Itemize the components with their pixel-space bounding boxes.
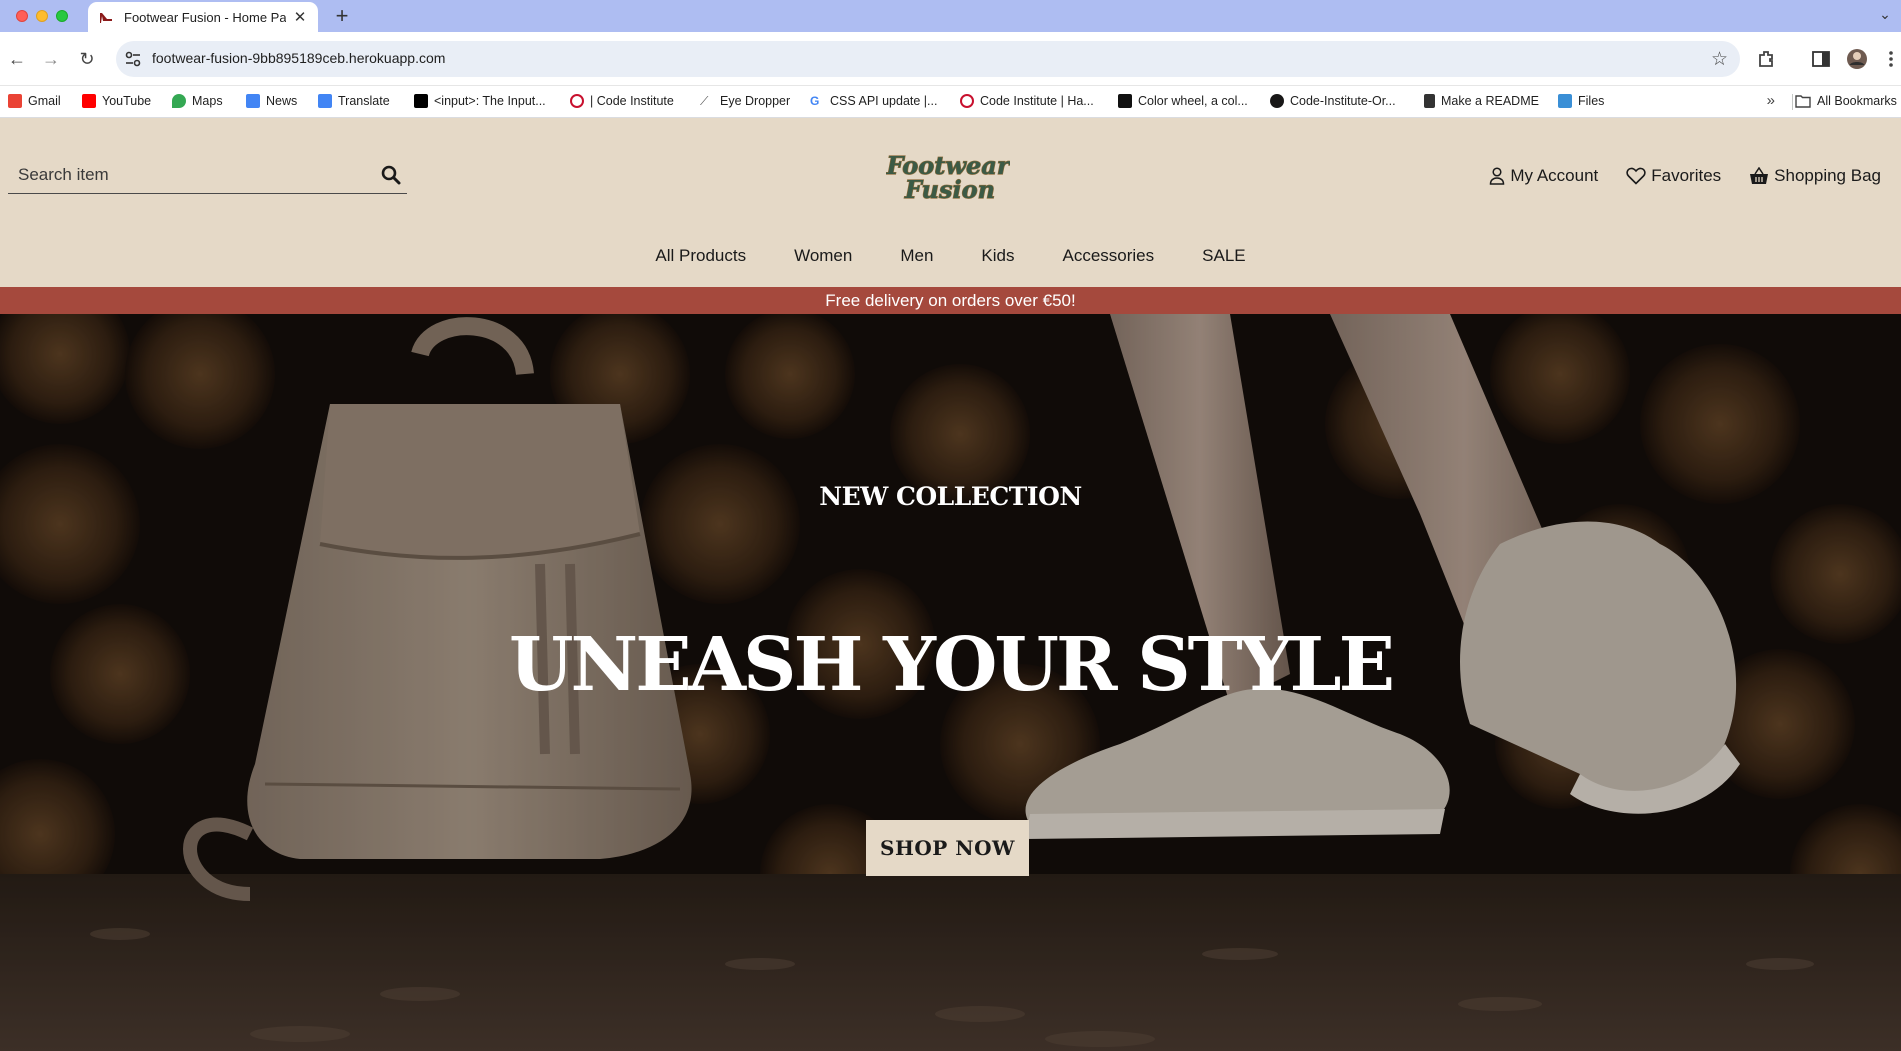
adobe-color-icon bbox=[1118, 94, 1132, 108]
nav-all-products[interactable]: All Products bbox=[631, 246, 770, 266]
my-account-link[interactable]: My Account bbox=[1489, 166, 1598, 186]
browser-menu-icon[interactable] bbox=[1880, 48, 1901, 70]
files-icon bbox=[1558, 94, 1572, 108]
window-close-button[interactable] bbox=[16, 10, 28, 22]
document-icon bbox=[1424, 94, 1435, 108]
bookmark-maps[interactable]: Maps bbox=[172, 94, 223, 108]
nav-men[interactable]: Men bbox=[876, 246, 957, 266]
bookmark-star-icon[interactable]: ☆ bbox=[1711, 48, 1728, 71]
hero-section: NEW COLLECTION UNEASH YOUR STYLE SHOP NO… bbox=[0, 314, 1901, 1051]
shopping-bag-link[interactable]: Shopping Bag bbox=[1749, 166, 1881, 186]
nav-sale[interactable]: SALE bbox=[1178, 246, 1269, 266]
bookmark-css-api-update[interactable]: G CSS API update |... bbox=[810, 94, 937, 108]
mdn-icon bbox=[414, 94, 428, 108]
bookmark-code-institute-ha[interactable]: Code Institute | Ha... bbox=[960, 94, 1094, 108]
translate-icon bbox=[318, 94, 332, 108]
code-institute-icon bbox=[570, 94, 584, 108]
eyedropper-icon: ⟋ bbox=[700, 94, 709, 108]
shopping-basket-icon bbox=[1750, 167, 1769, 184]
hero-title: UNEASH YOUR STYLE bbox=[509, 622, 1395, 708]
bookmark-eye-dropper[interactable]: ⟋ Eye Dropper bbox=[700, 94, 790, 108]
bookmarks-divider bbox=[1792, 94, 1793, 110]
user-icon bbox=[1490, 167, 1505, 185]
site-settings-icon[interactable] bbox=[124, 50, 142, 68]
shop-now-button[interactable]: SHOP NOW bbox=[866, 820, 1029, 876]
tab-search-button[interactable]: ⌄ bbox=[1875, 6, 1895, 26]
tab-title: Footwear Fusion - Home Page bbox=[124, 9, 286, 25]
profile-avatar-icon[interactable] bbox=[1846, 48, 1868, 70]
bookmark-gmail[interactable]: Gmail bbox=[8, 94, 61, 108]
bookmark-github[interactable]: Code-Institute-Or... bbox=[1270, 94, 1396, 108]
nav-kids[interactable]: Kids bbox=[957, 246, 1038, 266]
search-input[interactable] bbox=[18, 162, 368, 188]
svg-text:Fusion: Fusion bbox=[904, 175, 995, 204]
bookmark-make-readme[interactable]: Make a README bbox=[1424, 94, 1539, 108]
youtube-icon bbox=[82, 94, 96, 108]
bookmark-code-institute[interactable]: | Code Institute bbox=[570, 94, 674, 108]
folder-icon bbox=[1795, 95, 1811, 108]
url-text: footwear-fusion-9bb895189ceb.herokuapp.c… bbox=[152, 50, 446, 66]
bookmark-news[interactable]: News bbox=[246, 94, 297, 108]
window-zoom-button[interactable] bbox=[56, 10, 68, 22]
reload-button[interactable]: ↻ bbox=[76, 48, 98, 70]
maps-icon bbox=[172, 94, 186, 108]
all-bookmarks-folder[interactable]: All Bookmarks bbox=[1795, 94, 1901, 108]
footwear-fusion-logo[interactable]: Footwear Fusion bbox=[886, 148, 1010, 206]
bookmark-color-wheel[interactable]: Color wheel, a col... bbox=[1118, 94, 1248, 108]
code-institute-icon bbox=[960, 94, 974, 108]
bookmark-translate[interactable]: Translate bbox=[318, 94, 390, 108]
search-icon[interactable] bbox=[379, 163, 403, 187]
account-links: My Account Favorites Shopping Bag bbox=[1489, 166, 1881, 186]
window-minimize-button[interactable] bbox=[36, 10, 48, 22]
side-panel-icon[interactable] bbox=[1810, 48, 1832, 70]
bookmarks-bar: Gmail YouTube Maps News Translate <input… bbox=[0, 86, 1901, 118]
browser-tab-active[interactable]: Footwear Fusion - Home Page ✕ bbox=[88, 2, 318, 32]
free-delivery-banner: Free delivery on orders over €50! bbox=[0, 287, 1901, 314]
extensions-icon[interactable] bbox=[1756, 48, 1778, 70]
site-header: Footwear Fusion My Account Favorites bbox=[0, 118, 1901, 287]
browser-tab-bar: Footwear Fusion - Home Page ✕ + ⌄ bbox=[0, 0, 1901, 32]
close-tab-icon[interactable]: ✕ bbox=[292, 8, 308, 26]
bookmark-files[interactable]: Files bbox=[1558, 94, 1604, 108]
new-tab-button[interactable]: + bbox=[330, 4, 354, 28]
news-icon bbox=[246, 94, 260, 108]
google-icon: G bbox=[810, 94, 820, 108]
github-icon bbox=[1270, 94, 1284, 108]
bookmark-youtube[interactable]: YouTube bbox=[82, 94, 151, 108]
bookmark-mdn-input[interactable]: <input>: The Input... bbox=[414, 94, 546, 108]
heart-icon bbox=[1626, 167, 1646, 185]
back-button[interactable]: ← bbox=[6, 48, 28, 70]
gmail-icon bbox=[8, 94, 22, 108]
nav-accessories[interactable]: Accessories bbox=[1039, 246, 1179, 266]
forward-button[interactable]: → bbox=[40, 48, 62, 70]
main-navigation: All Products Women Men Kids Accessories … bbox=[0, 246, 1901, 266]
address-bar[interactable]: footwear-fusion-9bb895189ceb.herokuapp.c… bbox=[116, 41, 1740, 77]
nav-women[interactable]: Women bbox=[770, 246, 876, 266]
high-heel-icon bbox=[100, 13, 112, 23]
hero-kicker: NEW COLLECTION bbox=[819, 482, 1082, 511]
browser-toolbar: ← → ↻ footwear-fusion-9bb895189ceb.herok… bbox=[0, 32, 1901, 86]
search-form bbox=[8, 156, 407, 194]
favorites-link[interactable]: Favorites bbox=[1626, 166, 1721, 186]
more-bookmarks-chevron-icon[interactable]: » bbox=[1767, 92, 1775, 109]
